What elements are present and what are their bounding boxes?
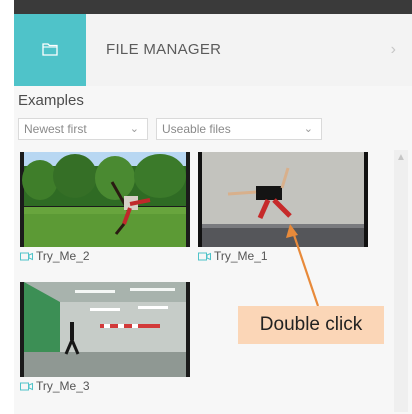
wall-scene-image [198, 152, 368, 247]
chevron-down-icon: ⌄ [303, 123, 313, 135]
video-camera-icon [198, 252, 211, 261]
scroll-up-icon[interactable]: ▲ [396, 152, 406, 163]
garage-scene-image [20, 282, 190, 377]
video-thumbnail-try-me-3[interactable] [20, 282, 190, 377]
file-name: Try_Me_1 [214, 249, 268, 263]
file-label-try-me-3[interactable]: Try_Me_3 [20, 379, 90, 393]
folder-button[interactable] [14, 14, 86, 86]
file-name: Try_Me_2 [36, 249, 90, 263]
park-scene-image [20, 152, 190, 247]
file-label-try-me-2[interactable]: Try_Me_2 [20, 249, 90, 263]
file-type-select-value: Useable files [162, 122, 231, 136]
window-top-bar [14, 0, 412, 14]
file-name: Try_Me_3 [36, 379, 90, 393]
video-thumbnail-try-me-2[interactable] [20, 152, 190, 247]
vertical-scrollbar[interactable]: ▲ [394, 150, 408, 412]
file-label-try-me-1[interactable]: Try_Me_1 [198, 249, 268, 263]
video-thumbnail-try-me-1[interactable] [198, 152, 368, 247]
file-type-select[interactable]: Useable files ⌄ [156, 118, 322, 140]
sort-select-value: Newest first [24, 122, 87, 136]
chevron-right-icon[interactable]: › [391, 14, 396, 86]
chevron-down-icon: ⌄ [129, 123, 139, 135]
panel-title: FILE MANAGER [106, 41, 222, 58]
video-camera-icon [20, 252, 33, 261]
file-manager-header: FILE MANAGER › [14, 14, 412, 86]
sort-select[interactable]: Newest first ⌄ [18, 118, 148, 140]
section-title: Examples [18, 92, 84, 109]
video-camera-icon [20, 382, 33, 391]
folder-icon [42, 43, 58, 56]
double-click-callout: Double click [238, 306, 384, 344]
